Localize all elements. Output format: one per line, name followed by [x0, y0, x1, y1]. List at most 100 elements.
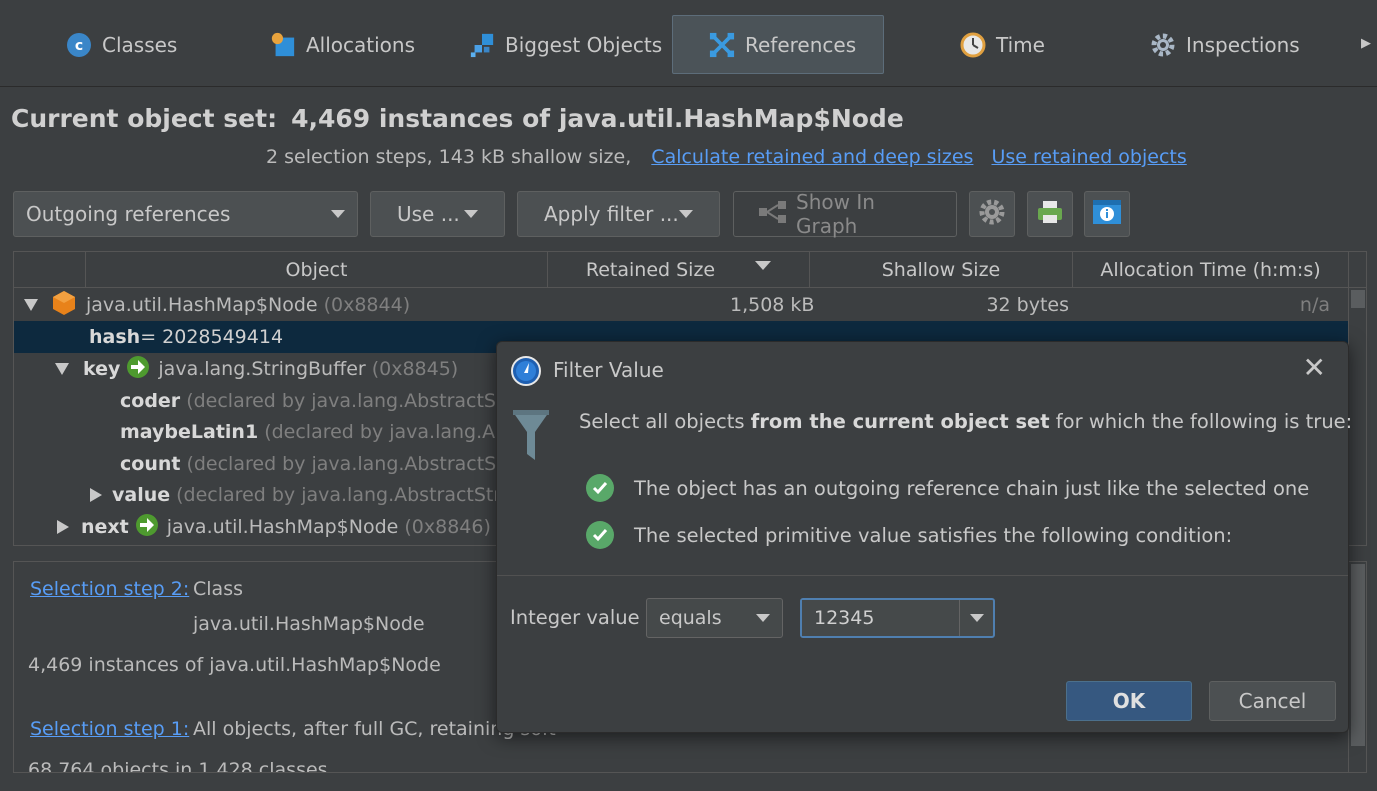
selection-step-2-class: java.util.HashMap$Node: [193, 613, 425, 635]
integer-value-label: Integer value: [510, 606, 640, 629]
tab-label: Classes: [102, 32, 178, 57]
reference-mode-select[interactable]: Outgoing references: [13, 191, 358, 237]
settings-button[interactable]: [969, 191, 1015, 237]
view-tabbar: c Classes Allocations Biggest Objects Re…: [0, 0, 1377, 87]
cancel-button[interactable]: Cancel: [1209, 681, 1336, 721]
select-value: Outgoing references: [26, 202, 231, 226]
dialog-title: Filter Value: [553, 358, 664, 382]
scrollbar-thumb[interactable]: [1351, 564, 1365, 746]
object-id: (0x8846): [404, 516, 491, 538]
tab-references[interactable]: References: [672, 15, 884, 74]
value-input[interactable]: [802, 600, 959, 636]
field-value: = 2028549414: [140, 326, 284, 348]
header-spacer: [14, 252, 86, 288]
biggest-objects-icon: [469, 32, 495, 58]
allocations-icon: [270, 32, 296, 58]
tab-classes[interactable]: c Classes: [66, 15, 177, 74]
instruction-post: for which the following is true:: [1049, 410, 1353, 433]
expand-arrow-icon[interactable]: [57, 520, 69, 534]
selection-step-2-result: 4,469 instances of java.util.HashMap$Nod…: [28, 654, 441, 676]
field-declaration: (declared by java.lang.Abst: [264, 421, 525, 443]
close-icon[interactable]: ✕: [1303, 354, 1326, 382]
field-declaration: (declared by java.lang.AbstractStrin: [186, 390, 529, 412]
field-declaration: (declared by java.lang.AbstractStri: [186, 453, 517, 475]
object-id: (0x8845): [371, 358, 459, 380]
column-header-object[interactable]: Object: [86, 252, 548, 288]
chevron-down-icon: [756, 614, 770, 622]
filter-value-dialog: Filter Value ✕ Select all objects from t…: [496, 341, 1352, 733]
field-name: key: [83, 358, 121, 380]
printer-icon: [1036, 198, 1064, 231]
check-icon: [586, 474, 614, 502]
chevron-down-icon: [969, 614, 984, 622]
column-header-allocation-time[interactable]: Allocation Time (h:m:s): [1073, 252, 1349, 288]
use-button[interactable]: Use ...: [370, 191, 505, 237]
tab-inspections[interactable]: Inspections: [1150, 15, 1300, 74]
tab-label: Biggest Objects: [505, 32, 663, 57]
field-name: next: [81, 516, 129, 538]
show-in-graph-button[interactable]: Show In Graph: [733, 190, 957, 238]
retained-size-cell: 1,508 kB: [730, 294, 815, 316]
collapse-arrow-icon[interactable]: [24, 299, 38, 311]
column-header-retained-size[interactable]: Retained Size: [548, 252, 810, 288]
tab-allocations[interactable]: Allocations: [270, 15, 415, 74]
condition-row: The selected primitive value satisfies t…: [586, 521, 1232, 549]
instruction-bold: from the current object set: [750, 410, 1050, 433]
funnel-icon: [511, 408, 551, 469]
reference-arrow-icon: [135, 513, 159, 542]
gear-icon: [1150, 32, 1176, 58]
dialog-divider: [497, 575, 1348, 576]
ok-button[interactable]: OK: [1066, 681, 1192, 721]
gear-icon: [978, 198, 1006, 231]
info-icon: [1092, 199, 1122, 230]
object-cube-icon: [52, 290, 76, 321]
svg-text:c: c: [75, 38, 83, 54]
condition-row: The object has an outgoing reference cha…: [586, 474, 1309, 502]
field-type: java.lang.StringBuffer: [158, 358, 366, 380]
condition-text: The object has an outgoing reference cha…: [634, 476, 1310, 500]
field-name: coder: [120, 390, 181, 412]
summary-text: 2 selection steps, 143 kB shallow size,: [266, 146, 632, 168]
scrollbar-thumb[interactable]: [1351, 290, 1365, 308]
dialog-instruction: Select all objects from the current obje…: [579, 410, 1352, 433]
clock-icon: [960, 32, 986, 58]
tab-biggest-objects[interactable]: Biggest Objects: [469, 15, 662, 74]
tab-time[interactable]: Time: [960, 15, 1045, 74]
column-header-shallow-size[interactable]: Shallow Size: [810, 252, 1073, 288]
reference-arrow-icon: [126, 355, 150, 384]
selection-step-1-link[interactable]: Selection step 1:: [30, 718, 189, 740]
info-button[interactable]: [1084, 191, 1130, 237]
tabs-scroll-right-icon[interactable]: ▶: [1361, 36, 1371, 51]
apply-filter-button[interactable]: Apply filter ...: [517, 191, 720, 237]
sort-descending-icon: [755, 260, 772, 270]
tab-label: References: [745, 32, 857, 57]
field-name: maybeLatin1: [120, 421, 259, 443]
selection-step-1-result: 68,764 objects in 1,428 classes: [28, 759, 328, 773]
selection-step-2-link[interactable]: Selection step 2:: [30, 578, 189, 600]
collapse-arrow-icon[interactable]: [55, 363, 69, 375]
use-retained-link[interactable]: Use retained objects: [991, 146, 1186, 168]
title-value: 4,469 instances of java.util.HashMap$Nod…: [291, 104, 904, 133]
chevron-down-icon: [331, 210, 345, 218]
shallow-size-cell: 32 bytes: [986, 294, 1069, 316]
calculate-sizes-link[interactable]: Calculate retained and deep sizes: [651, 146, 973, 168]
page-title: Current object set: 4,469 instances of ja…: [11, 104, 904, 133]
operator-select[interactable]: equals: [646, 598, 783, 638]
apply-filter-label: Apply filter ...: [544, 202, 679, 226]
value-dropdown-button[interactable]: [959, 600, 993, 636]
instruction-pre: Select all objects: [579, 410, 751, 433]
field-name: count: [120, 453, 181, 475]
value-combo[interactable]: [800, 598, 995, 638]
chevron-down-icon: [679, 210, 693, 218]
field-declaration: (declared by java.lang.AbstractStrin: [176, 484, 519, 506]
table-header: Object Retained Size Shallow Size Alloca…: [14, 252, 1366, 288]
print-button[interactable]: [1027, 191, 1073, 237]
panel-scrollbar[interactable]: [1348, 562, 1366, 772]
chevron-down-icon: [464, 210, 478, 218]
table-row[interactable]: java.util.HashMap$Node (0x8844) 1,508 kB…: [14, 289, 1348, 321]
selection-step-2-kind: Class: [193, 578, 243, 600]
show-in-graph-label: Show In Graph: [796, 190, 875, 238]
expand-arrow-icon[interactable]: [90, 488, 102, 502]
field-name: hash: [89, 326, 141, 348]
operator-value: equals: [659, 607, 722, 629]
